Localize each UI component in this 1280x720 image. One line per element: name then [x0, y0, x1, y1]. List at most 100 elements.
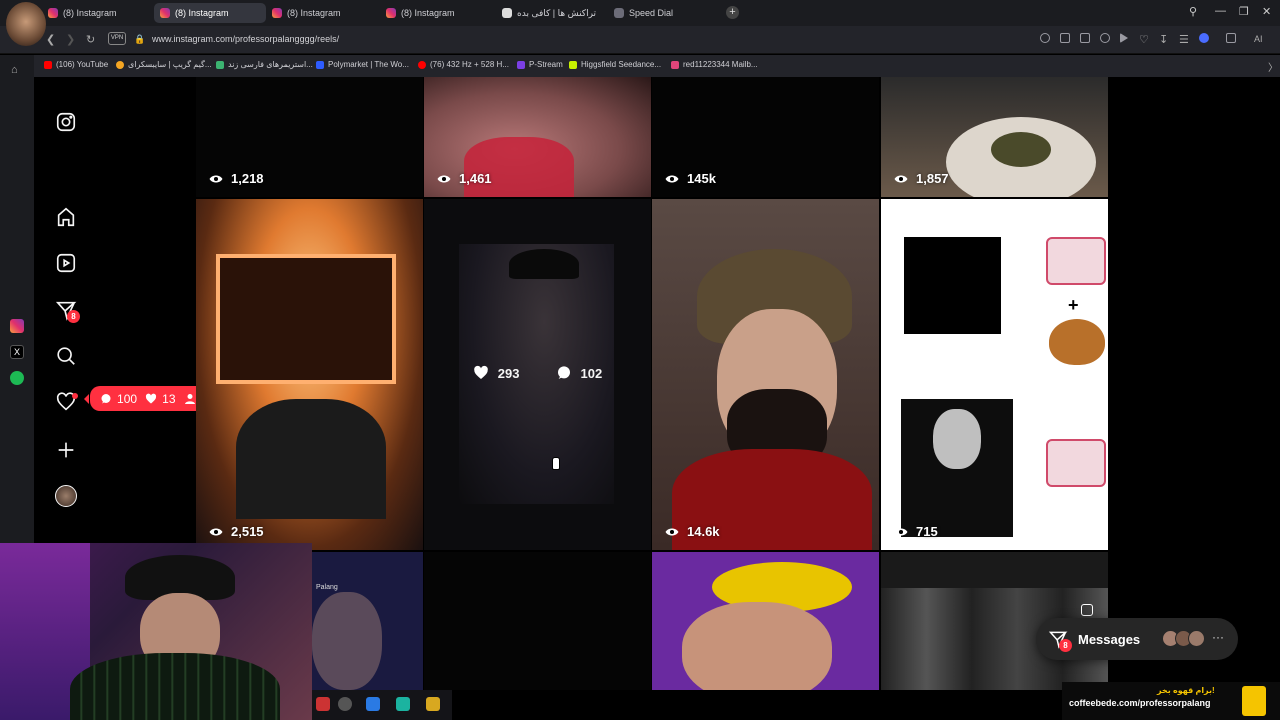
messages-label: Messages	[1078, 631, 1141, 647]
reel-thumbnail	[216, 254, 396, 384]
tab-coffee[interactable]: تراکنش ها | کافی بده	[496, 3, 604, 23]
tab-speed-dial[interactable]: Speed Dial	[608, 3, 716, 23]
reel-tile[interactable]: 1,857	[881, 77, 1108, 197]
lock-icon[interactable]: 🔒	[134, 34, 145, 45]
search-icon[interactable]	[1040, 33, 1050, 43]
bookmark-youtube[interactable]: (106) YouTube	[44, 60, 108, 69]
menu-icon[interactable]: ☰	[1179, 33, 1189, 46]
plus-icon: +	[1068, 295, 1079, 315]
tab-instagram-2[interactable]: (8) Instagram	[154, 3, 266, 23]
tab-instagram-1[interactable]: (8) Instagram	[42, 3, 150, 23]
messages-button[interactable]: 8 Messages ···	[1036, 618, 1238, 660]
reel-thumbnail	[509, 249, 579, 279]
play-icon[interactable]	[338, 697, 352, 711]
bookmark-streamers[interactable]: استریمرهای فارسی زند...	[216, 60, 313, 69]
bookmark-gamegrip[interactable]: گیم گریپ | سایبسکرای...	[116, 60, 212, 69]
reel-tile[interactable]: + 715	[881, 199, 1108, 550]
reel-thumbnail	[933, 409, 981, 469]
eye-icon	[209, 528, 223, 535]
webcam-caption: Palang	[316, 584, 338, 591]
reel-tile[interactable]: 1,218	[196, 77, 423, 197]
reel-thumbnail	[312, 592, 382, 690]
app-icon[interactable]	[366, 697, 380, 711]
reel-tile[interactable]	[424, 552, 651, 690]
webcam-image	[70, 653, 280, 720]
site-icon	[216, 60, 224, 69]
profile-avatar[interactable]	[6, 2, 46, 46]
instagram-icon	[160, 8, 170, 18]
bookmark-mailbox[interactable]: red11223344 Mailb...	[671, 60, 758, 69]
instagram-icon	[48, 8, 58, 18]
instagram-logo-icon[interactable]	[55, 111, 77, 133]
profile-icon[interactable]	[1199, 33, 1209, 43]
new-tab-button[interactable]: +	[726, 6, 739, 19]
heart-icon	[146, 393, 157, 403]
ai-button[interactable]: AI	[1254, 34, 1263, 44]
back-icon[interactable]: ❮	[46, 33, 55, 46]
create-icon[interactable]	[55, 439, 77, 461]
reel-tile[interactable]: 14.6k	[652, 199, 879, 550]
maximize-icon[interactable]: ❐	[1239, 5, 1249, 18]
tab-instagram-3[interactable]: (8) Instagram	[266, 3, 374, 23]
close-icon[interactable]: ✕	[1262, 5, 1271, 18]
download-icon[interactable]: ↧	[1159, 33, 1168, 46]
more-bookmarks-icon[interactable]: 〉	[1268, 59, 1278, 74]
higgsfield-icon	[569, 60, 577, 69]
shield-icon[interactable]	[1100, 33, 1110, 43]
more-icon[interactable]: ···	[1212, 630, 1224, 644]
play-icon[interactable]	[1120, 33, 1128, 43]
vpn-badge[interactable]: VPN	[108, 32, 126, 45]
bookmark-higgsfield[interactable]: Higgsfield Seedance...	[569, 60, 661, 69]
eye-icon	[209, 175, 223, 182]
reels-icon[interactable]	[55, 252, 77, 274]
taskbar	[312, 690, 452, 720]
app-icon[interactable]	[316, 697, 330, 711]
coffee-title: برام قهوه بخر!	[1157, 686, 1215, 695]
view-count: 145k	[665, 171, 716, 186]
likes-count: 13	[145, 392, 176, 406]
app-icon[interactable]	[396, 697, 410, 711]
reel-thumbnail	[236, 399, 386, 519]
extensions-icon[interactable]	[1226, 33, 1236, 43]
comment-icon	[557, 366, 570, 379]
instagram-icon[interactable]	[10, 319, 24, 333]
messages-badge: 8	[1059, 639, 1072, 652]
bookmarks-bar: (106) YouTube گیم گریپ | سایبسکرای... اس…	[0, 55, 1280, 77]
tab-search-icon[interactable]: ⚲	[1189, 5, 1197, 18]
home-icon[interactable]	[55, 206, 77, 228]
url-field[interactable]: www.instagram.com/professorpalangggg/ree…	[152, 34, 339, 44]
reel-tile-hovered[interactable]: 293 102	[424, 199, 651, 550]
spotify-icon[interactable]	[10, 371, 24, 385]
reel-hover-stats: 293 102	[424, 365, 651, 381]
polymarket-icon	[316, 60, 324, 69]
view-count: 2,515	[209, 524, 264, 539]
search-icon[interactable]	[55, 345, 77, 367]
bookmark-432hz[interactable]: (76) 432 Hz + 528 H...	[418, 60, 509, 69]
x-icon[interactable]: X	[10, 345, 24, 359]
edit-icon[interactable]	[1060, 33, 1070, 43]
heart-icon[interactable]: ♡	[1139, 33, 1149, 46]
reel-tile[interactable]: 145k	[652, 77, 879, 197]
bookmark-polymarket[interactable]: Polymarket | The Wo...	[316, 60, 409, 69]
forward-icon[interactable]: ❯	[66, 33, 75, 46]
reel-tile[interactable]: 1,461	[424, 77, 651, 197]
camera-icon[interactable]	[1080, 33, 1090, 43]
reel-tile[interactable]: 2,515	[196, 199, 423, 550]
coffee-url: coffeebede.com/professorpalang	[1069, 698, 1211, 708]
eye-icon	[665, 528, 679, 535]
minimize-icon[interactable]: —	[1215, 5, 1226, 17]
reel-tile[interactable]	[652, 552, 879, 690]
reload-icon[interactable]: ↻	[86, 33, 95, 46]
reel-thumbnail	[1046, 439, 1106, 487]
eye-icon	[894, 528, 908, 535]
bookmark-pstream[interactable]: P-Stream	[517, 60, 563, 69]
profile-avatar-icon[interactable]	[55, 485, 77, 507]
reel-tile[interactable]	[312, 552, 423, 690]
instagram-icon	[386, 8, 396, 18]
app-icon[interactable]	[426, 697, 440, 711]
messages-badge: 8	[67, 310, 80, 323]
tab-instagram-4[interactable]: (8) Instagram	[380, 3, 488, 23]
document-icon	[502, 8, 512, 18]
pin-icon[interactable]: ⌂	[11, 64, 18, 76]
view-count: 14.6k	[665, 524, 720, 539]
